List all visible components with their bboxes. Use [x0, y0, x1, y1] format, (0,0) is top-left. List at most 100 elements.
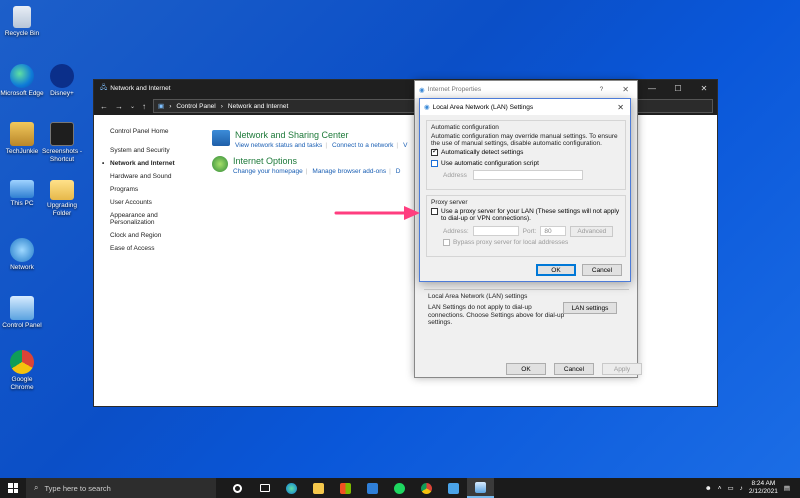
cortana-icon[interactable]	[224, 478, 251, 498]
section-heading[interactable]: Network and Sharing Center	[235, 130, 410, 140]
close-icon[interactable]: ✕	[691, 84, 717, 93]
breadcrumb-network-and-internet[interactable]: Network and Internet	[228, 103, 288, 110]
mail-icon[interactable]	[359, 478, 386, 498]
control-panel-taskbar-icon[interactable]	[467, 478, 494, 498]
up-arrow-icon[interactable]: ↑	[142, 102, 146, 111]
minimize-icon[interactable]: —	[639, 84, 665, 93]
use-script-checkbox[interactable]	[431, 159, 438, 167]
window-title: Network and Internet	[110, 85, 171, 92]
clock-time: 8:24 AM	[751, 480, 776, 487]
network-globe-icon	[10, 238, 34, 262]
cancel-button[interactable]: Cancel	[582, 264, 622, 276]
windows-logo-icon	[8, 483, 18, 493]
spotify-icon[interactable]	[386, 478, 413, 498]
link-manage-addons[interactable]: Manage browser add-ons	[312, 168, 386, 175]
proxy-port-input[interactable]: 80	[540, 226, 567, 237]
chrome-icon[interactable]	[413, 478, 440, 498]
computer-icon	[10, 180, 34, 198]
edge-icon	[10, 64, 34, 88]
ok-button[interactable]: OK	[506, 363, 546, 375]
group-description: LAN Settings do not apply to dial-up con…	[428, 304, 565, 326]
forward-arrow-icon[interactable]: →	[115, 102, 123, 111]
desktop-icon-this-pc[interactable]: This PC	[0, 180, 44, 208]
chevron-up-icon[interactable]: ˄	[718, 485, 722, 492]
link-change-homepage[interactable]: Change your homepage	[233, 168, 303, 175]
desktop-icon-network[interactable]: Network	[0, 238, 44, 272]
lan-settings-group: Local Area Network (LAN) settings LAN Se…	[424, 289, 629, 361]
task-view-icon[interactable]	[251, 478, 278, 498]
advanced-button[interactable]: Advanced	[570, 225, 614, 237]
sidebar-item-hardware-and-sound[interactable]: Hardware and Sound	[110, 173, 190, 181]
bypass-checkbox[interactable]	[443, 238, 450, 246]
cancel-button[interactable]: Cancel	[554, 363, 594, 375]
proxy-address-label: Address:	[443, 227, 469, 235]
desktop-icon-edge[interactable]: Microsoft Edge	[0, 64, 44, 98]
notifications-icon[interactable]: ▤	[784, 484, 790, 492]
desktop-icon-recycle-bin[interactable]: Recycle Bin	[0, 6, 44, 38]
sidebar: Control Panel Home System and Security N…	[102, 128, 190, 258]
photos-icon[interactable]	[440, 478, 467, 498]
section-heading[interactable]: Internet Options	[233, 156, 403, 166]
script-address-input[interactable]	[472, 170, 583, 180]
dialog-buttons: OK Cancel Apply	[506, 363, 642, 375]
help-icon[interactable]: ?	[600, 86, 604, 93]
clock[interactable]: 8:24 AM 2/12/2021	[749, 480, 778, 496]
recycle-bin-icon	[13, 6, 31, 28]
link-view-network-status[interactable]: View network status and tasks	[235, 142, 322, 149]
desktop-icon-techjunkie[interactable]: TechJunkie	[0, 122, 44, 156]
desktop-icon-chrome[interactable]: Google Chrome	[0, 350, 44, 392]
edge-icon[interactable]	[278, 478, 305, 498]
sidebar-item-network-and-internet[interactable]: Network and Internet	[102, 160, 190, 168]
back-arrow-icon[interactable]: ←	[100, 102, 108, 111]
desktop-icon-disney[interactable]: Disney+	[40, 64, 84, 98]
link-truncated[interactable]: V	[403, 142, 407, 149]
desktop-icon-screenshots[interactable]: Screenshots - Shortcut	[40, 122, 84, 164]
volume-icon[interactable]: ♪	[740, 485, 743, 492]
maximize-icon[interactable]: ☐	[665, 84, 691, 93]
apply-button[interactable]: Apply	[602, 363, 642, 375]
lan-settings-button[interactable]: LAN settings	[563, 302, 617, 314]
auto-detect-checkbox[interactable]	[431, 148, 438, 157]
sidebar-item-appearance[interactable]: Appearance and Personalization	[110, 212, 190, 227]
file-explorer-icon[interactable]	[305, 478, 332, 498]
close-icon[interactable]: ✕	[622, 85, 629, 94]
techjunkie-icon	[10, 122, 34, 146]
sidebar-item-control-panel-home[interactable]: Control Panel Home	[110, 128, 190, 136]
link-connect-to-network[interactable]: Connect to a network	[332, 142, 393, 149]
system-tray: ☻ ˄ ▭ ♪ 8:24 AM 2/12/2021 ▤	[705, 480, 800, 496]
ok-button[interactable]: OK	[536, 264, 576, 276]
desktop-icon-upgrading-folder[interactable]: Upgrading Folder	[40, 180, 84, 218]
network-icon[interactable]: ▭	[728, 484, 734, 492]
use-script-row[interactable]: Use automatic configuration script	[431, 159, 621, 167]
internet-properties-titlebar: ◉ Internet Properties ? ✕	[415, 81, 637, 98]
taskbar-search[interactable]: ⌕ Type here to search	[26, 478, 216, 498]
auto-detect-row[interactable]: Automatically detect settings	[431, 148, 621, 157]
proxy-address-input[interactable]	[472, 226, 519, 237]
section-network-sharing: Network and Sharing Center View network …	[212, 130, 410, 149]
link-truncated[interactable]: D	[396, 168, 401, 175]
close-icon[interactable]: ✕	[617, 103, 624, 112]
pointer-arrow-icon	[334, 206, 420, 220]
dialog-title: Internet Properties	[427, 86, 482, 93]
control-panel-icon: ▣	[158, 103, 165, 110]
control-panel-icon	[10, 296, 34, 320]
folder-icon	[50, 180, 74, 200]
breadcrumb-control-panel[interactable]: Control Panel	[176, 103, 215, 110]
sidebar-item-system-and-security[interactable]: System and Security	[110, 147, 190, 155]
use-proxy-row[interactable]: Use a proxy server for your LAN (These s…	[431, 208, 621, 223]
store-icon[interactable]	[332, 478, 359, 498]
sidebar-item-ease-of-access[interactable]: Ease of Access	[110, 245, 190, 253]
people-icon[interactable]: ☻	[705, 485, 712, 492]
globe-icon: ◉	[419, 86, 425, 94]
bypass-row[interactable]: Bypass proxy server for local addresses	[431, 238, 621, 246]
sidebar-item-clock-and-region[interactable]: Clock and Region	[110, 232, 190, 240]
group-description: Automatic configuration may override man…	[431, 133, 618, 148]
sidebar-item-user-accounts[interactable]: User Accounts	[110, 199, 190, 207]
taskbar: ⌕ Type here to search ☻ ˄ ▭ ♪ 8:24 AM 2/…	[0, 478, 800, 498]
start-button[interactable]	[0, 478, 26, 498]
desktop-icon-control-panel[interactable]: Control Panel	[0, 296, 44, 330]
sidebar-item-programs[interactable]: Programs	[110, 186, 190, 194]
use-proxy-checkbox[interactable]	[431, 208, 438, 215]
chevron-down-icon[interactable]: ⌄	[130, 103, 135, 110]
clock-date: 2/12/2021	[748, 488, 778, 495]
